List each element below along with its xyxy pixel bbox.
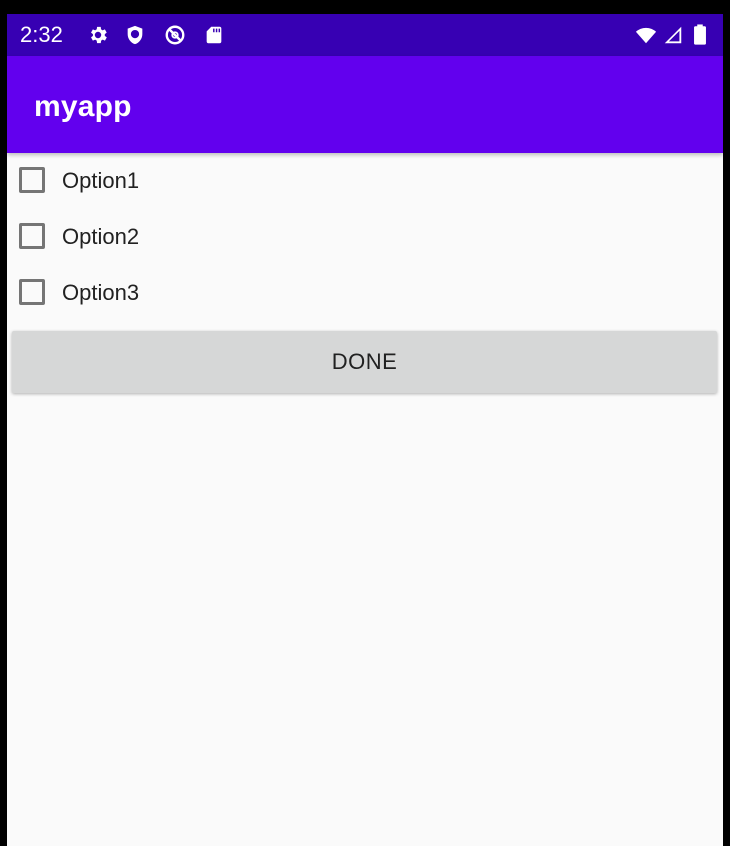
- checkbox-label[interactable]: Option2: [62, 224, 139, 250]
- checkbox-label[interactable]: Option3: [62, 280, 139, 306]
- checkbox-label[interactable]: Option1: [62, 168, 139, 194]
- cell-signal-icon: [662, 24, 684, 46]
- checkbox-box[interactable]: [19, 223, 45, 249]
- shield-icon: [124, 24, 146, 46]
- phone-screen: 2:32 myapp Option1 Option2 Option3 DONE: [7, 14, 723, 846]
- no-entry-at-icon: [164, 24, 186, 46]
- option3-checkbox[interactable]: Option3: [7, 265, 723, 321]
- option1-checkbox[interactable]: Option1: [7, 153, 723, 209]
- done-button[interactable]: DONE: [12, 331, 717, 393]
- app-bar: myapp: [7, 56, 723, 153]
- option2-checkbox[interactable]: Option2: [7, 209, 723, 265]
- sd-card-icon: [203, 24, 225, 46]
- content-area: Option1 Option2 Option3 DONE: [7, 153, 723, 846]
- wifi-icon: [633, 24, 659, 46]
- status-bar: 2:32: [7, 14, 723, 56]
- battery-icon: [692, 24, 708, 46]
- app-title: myapp: [34, 90, 132, 123]
- status-time: 2:32: [20, 22, 63, 47]
- checkbox-box[interactable]: [19, 279, 45, 305]
- gear-icon: [87, 24, 109, 46]
- checkbox-box[interactable]: [19, 167, 45, 193]
